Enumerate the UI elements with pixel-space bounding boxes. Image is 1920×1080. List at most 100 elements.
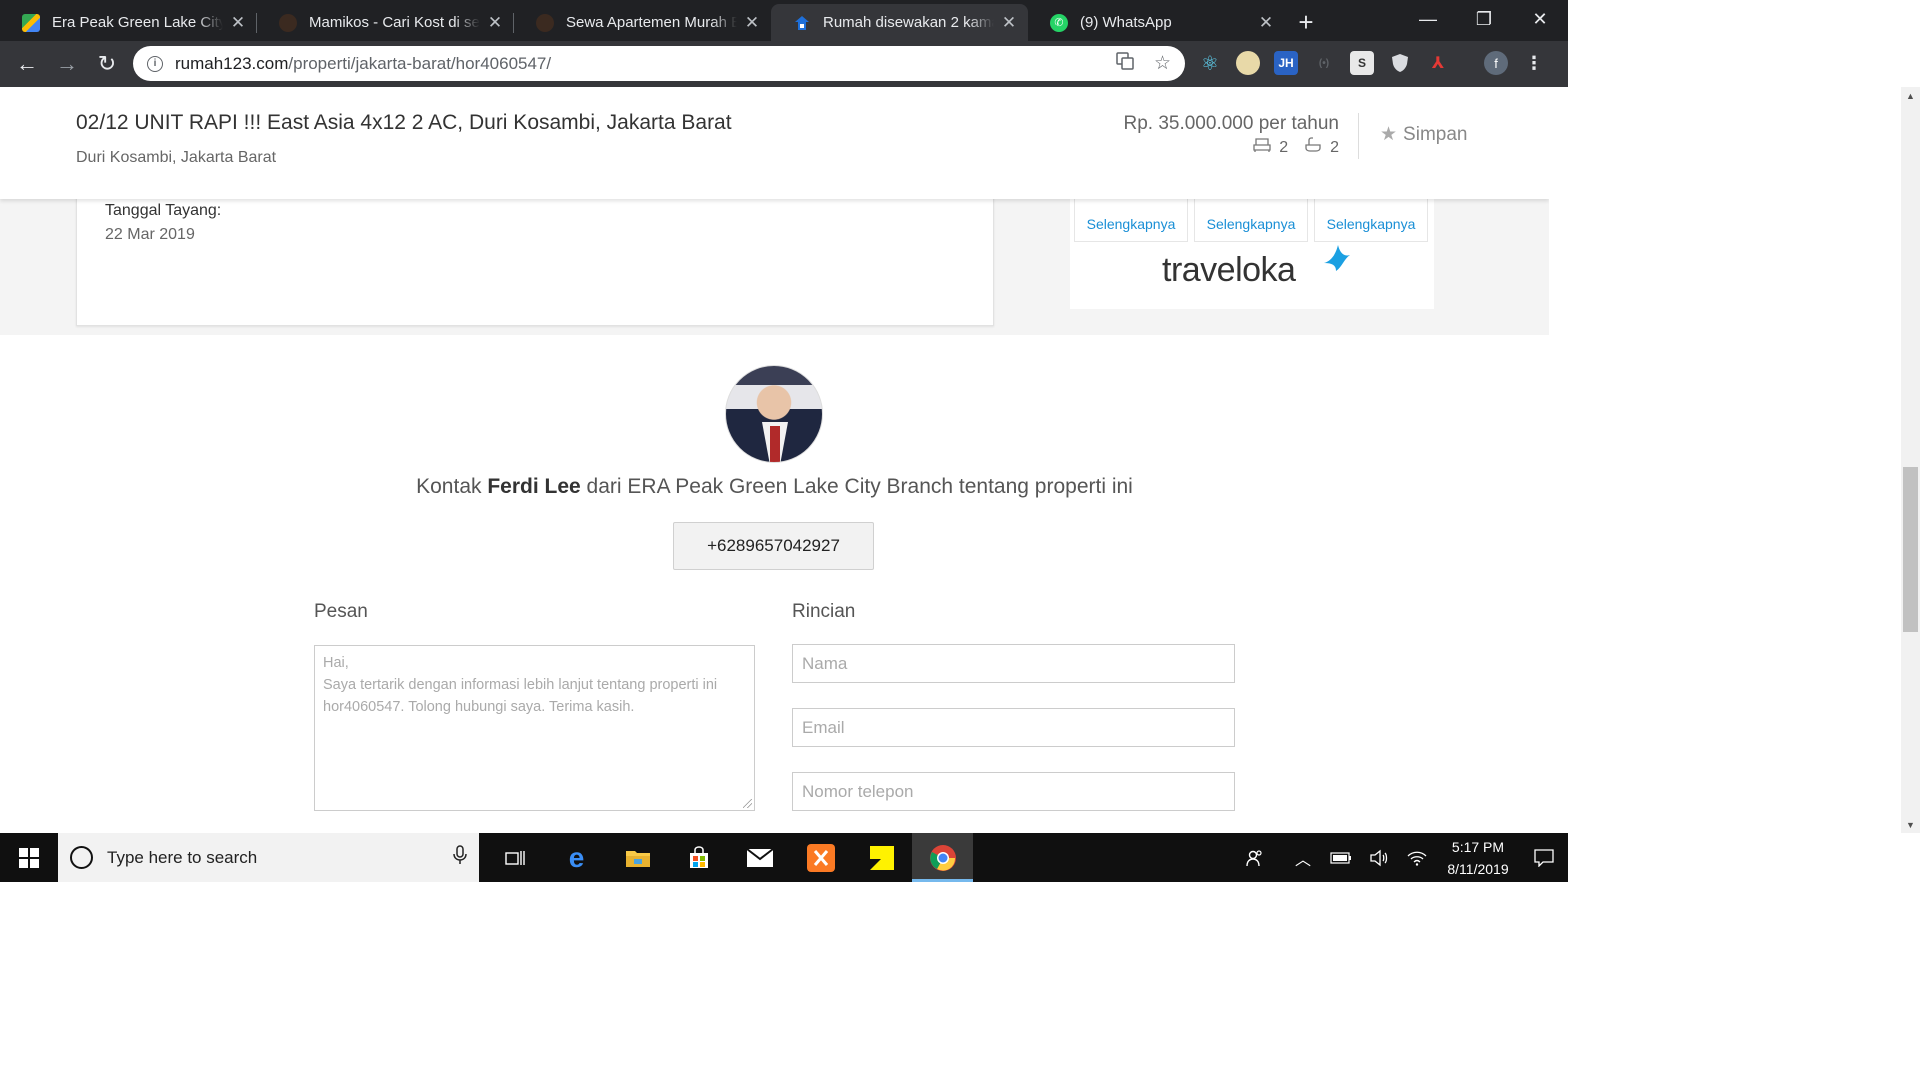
restore-icon[interactable]: ❐ xyxy=(1456,0,1512,38)
listing-specs: 2 2 xyxy=(1253,137,1339,158)
tab-whatsapp[interactable]: ✆ (9) WhatsApp ✕ xyxy=(1028,4,1285,41)
react-devtools-icon[interactable]: ⚛ xyxy=(1198,51,1222,75)
menu-icon[interactable]: ⋮ xyxy=(1522,51,1546,75)
google-maps-icon xyxy=(22,13,40,32)
s-extension-icon[interactable]: S xyxy=(1350,51,1374,75)
volume-icon[interactable] xyxy=(1360,849,1398,867)
translate-icon[interactable] xyxy=(1116,51,1134,76)
store-icon[interactable] xyxy=(668,833,729,882)
reload-icon[interactable]: ↻ xyxy=(87,44,127,84)
forward-arrow-icon[interactable]: → xyxy=(47,44,87,84)
close-icon[interactable]: ✕ xyxy=(1000,13,1018,33)
star-icon: ★ xyxy=(1380,124,1398,145)
cortana-icon xyxy=(70,846,93,869)
tab-title: Rumah disewakan 2 kamar xyxy=(823,14,994,31)
close-icon[interactable]: ✕ xyxy=(229,13,247,33)
listing-location: Duri Kosambi, Jakarta Barat xyxy=(76,149,277,166)
traveloka-ad[interactable]: Selengkapnya Selengkapnya Selengkapnya t… xyxy=(1070,187,1434,309)
url-host: rumah123.com xyxy=(175,53,289,73)
url-path: /properti/jakarta-barat/hor4060547/ xyxy=(288,53,552,73)
show-phone-button[interactable]: +6289657042927 xyxy=(673,522,874,570)
file-explorer-icon[interactable] xyxy=(607,833,668,882)
traveloka-bird-icon xyxy=(1324,245,1350,271)
people-icon[interactable] xyxy=(1236,849,1274,867)
edge-icon[interactable]: e xyxy=(546,833,607,882)
message-textarea[interactable]: Hai, Saya tertarik dengan informasi lebi… xyxy=(314,645,755,811)
tab-era-peak[interactable]: Era Peak Green Lake City - G ✕ xyxy=(0,4,257,41)
agent-avatar xyxy=(725,365,823,463)
json-handle-icon[interactable]: JH xyxy=(1274,51,1298,75)
save-label: Simpan xyxy=(1403,123,1468,145)
air-date-value: 22 Mar 2019 xyxy=(105,226,195,243)
shield-icon[interactable] xyxy=(1388,51,1412,75)
extensions-bar: ⚛ JH (•) S ⅄ f ⋮ xyxy=(1198,51,1546,75)
clock-time: 5:17 PM xyxy=(1451,838,1505,855)
tab-title: Sewa Apartemen Murah Bu xyxy=(566,14,737,31)
taskbar-apps: e xyxy=(485,833,973,882)
mail-icon[interactable] xyxy=(729,833,790,882)
listing-price: Rp. 35.000.000 per tahun xyxy=(1123,113,1339,134)
listing-detail-card: Tanggal Tayang: 22 Mar 2019 xyxy=(76,187,994,326)
close-icon[interactable]: ✕ xyxy=(486,13,504,33)
tab-mamikos[interactable]: Mamikos - Cari Kost di sekit ✕ xyxy=(257,4,514,41)
bookmark-star-icon[interactable]: ☆ xyxy=(1154,52,1171,75)
bathroom-count: 2 xyxy=(1330,138,1339,156)
new-tab-button[interactable]: + xyxy=(1285,4,1327,41)
microphone-icon[interactable] xyxy=(453,845,467,870)
taskbar-clock[interactable]: 5:17 PM 8/11/2019 xyxy=(1436,836,1520,880)
pdf-icon[interactable]: ⅄ xyxy=(1426,51,1450,75)
listing-title: 02/12 UNIT RAPI !!! East Asia 4x12 2 AC,… xyxy=(76,111,732,134)
bed-icon xyxy=(1253,137,1271,158)
extension-icon[interactable] xyxy=(1236,51,1260,75)
whatsapp-icon: ✆ xyxy=(1050,13,1068,32)
info-icon[interactable]: i xyxy=(147,55,163,72)
taskbar-search[interactable]: Type here to search xyxy=(58,833,479,882)
brand-name: traveloka xyxy=(1162,251,1296,289)
chevron-up-icon[interactable]: ︿ xyxy=(1284,846,1322,870)
page-viewport: 02/12 UNIT RAPI !!! East Asia 4x12 2 AC,… xyxy=(0,87,1549,833)
listing-sticky-header: 02/12 UNIT RAPI !!! East Asia 4x12 2 AC,… xyxy=(0,87,1549,199)
tab-sewa-apartemen[interactable]: Sewa Apartemen Murah Bu ✕ xyxy=(514,4,771,41)
address-bar[interactable]: i rumah123.com/properti/jakarta-barat/ho… xyxy=(133,46,1185,81)
minimize-icon[interactable]: — xyxy=(1400,0,1456,38)
tab-title: Mamikos - Cari Kost di sekit xyxy=(309,14,480,31)
search-placeholder: Type here to search xyxy=(107,847,258,867)
browser-toolbar: ← → ↻ i rumah123.com/properti/jakarta-ba… xyxy=(0,41,1568,87)
email-field[interactable]: Email xyxy=(792,708,1235,747)
bath-icon xyxy=(1304,137,1322,158)
tab-title: (9) WhatsApp xyxy=(1080,14,1172,31)
message-label: Pesan xyxy=(314,601,368,622)
profile-avatar[interactable]: f xyxy=(1484,51,1508,75)
bedroom-count: 2 xyxy=(1279,138,1289,156)
windows-taskbar: Type here to search e ︿ 5:17 PM 8/11/201… xyxy=(0,833,1568,882)
xampp-icon[interactable] xyxy=(790,833,851,882)
close-window-icon[interactable]: ✕ xyxy=(1512,0,1568,38)
scroll-up-icon[interactable]: ▲ xyxy=(1901,87,1920,104)
save-button[interactable]: ★ Simpan xyxy=(1380,123,1467,146)
action-center-icon[interactable] xyxy=(1520,848,1568,867)
page-scrollbar[interactable]: ▲ ▼ xyxy=(1901,87,1920,833)
phone-field[interactable]: Nomor telepon xyxy=(792,772,1235,811)
task-view-icon[interactable] xyxy=(485,833,546,882)
window-controls: — ❐ ✕ xyxy=(1400,0,1568,38)
disabled-extension-icon[interactable]: (•) xyxy=(1312,51,1336,75)
wifi-icon[interactable] xyxy=(1398,850,1436,866)
close-icon[interactable]: ✕ xyxy=(1257,13,1275,33)
battery-icon[interactable] xyxy=(1322,851,1360,864)
windows-start-icon[interactable] xyxy=(0,833,58,882)
divider xyxy=(1358,113,1359,159)
back-arrow-icon[interactable]: ← xyxy=(7,44,47,84)
resize-handle[interactable] xyxy=(743,799,752,808)
close-icon[interactable]: ✕ xyxy=(743,13,761,33)
traveloka-logo[interactable]: traveloka xyxy=(1162,245,1350,290)
chrome-icon[interactable] xyxy=(912,833,973,882)
mamikos-icon xyxy=(279,13,297,32)
browser-tab-strip: Era Peak Green Lake City - G ✕ Mamikos -… xyxy=(0,0,1568,41)
tab-rumah123[interactable]: Rumah disewakan 2 kamar ✕ xyxy=(771,4,1028,41)
scroll-down-icon[interactable]: ▼ xyxy=(1901,816,1920,833)
contact-agent-section: Kontak Ferdi Lee dari ERA Peak Green Lak… xyxy=(0,335,1549,833)
scroll-thumb[interactable] xyxy=(1903,467,1918,632)
agent-name: Ferdi Lee xyxy=(487,475,581,498)
name-field[interactable]: Nama xyxy=(792,644,1235,683)
sticky-notes-icon[interactable] xyxy=(851,833,912,882)
